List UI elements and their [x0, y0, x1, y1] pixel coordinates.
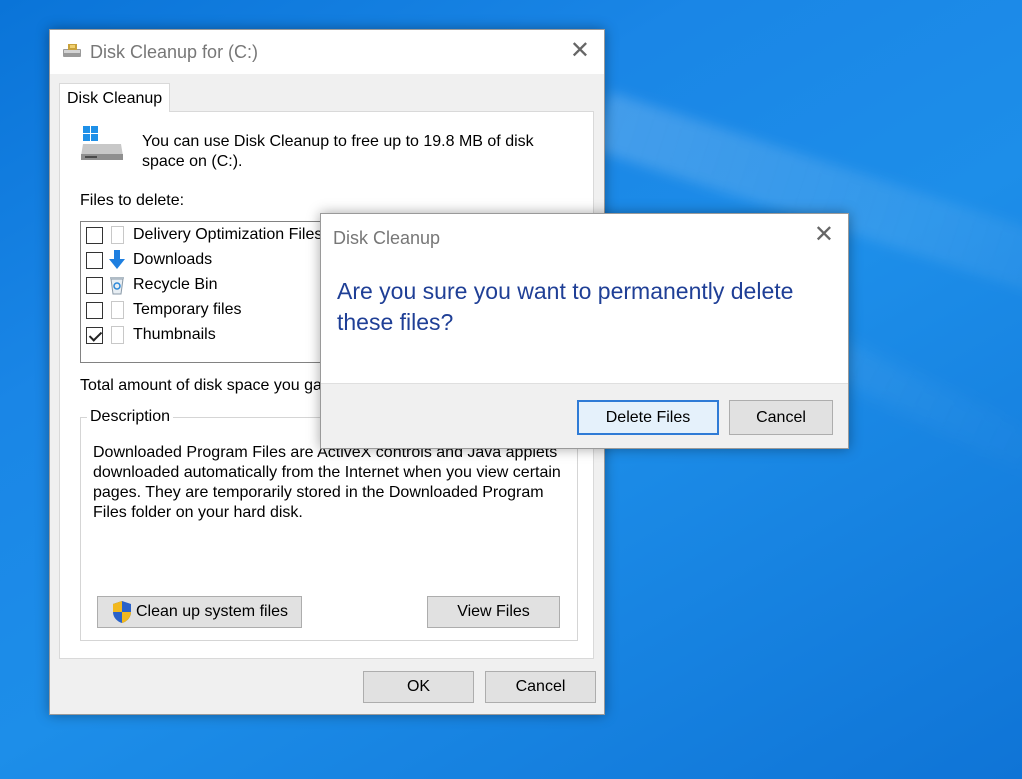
list-item-label: Temporary files [133, 301, 242, 318]
disk-cleanup-app-icon [63, 44, 81, 57]
description-group: Description Downloaded Program Files are… [80, 408, 578, 641]
dialog-title: Disk Cleanup [333, 228, 441, 248]
hard-drive-icon [81, 126, 123, 160]
close-icon[interactable]: ✕ [570, 39, 590, 63]
checkbox[interactable] [86, 226, 103, 244]
title-bar: Disk Cleanup for (C:) ✕ [50, 30, 604, 74]
download-arrow-icon [109, 250, 125, 270]
uac-shield-icon [112, 601, 131, 623]
dialog-message: Are you sure you want to permanently del… [337, 278, 794, 335]
list-item-label: Thumbnails [133, 326, 216, 343]
confirm-delete-dialog: Disk Cleanup ✕ Are you sure you want to … [320, 213, 849, 449]
window-title: Disk Cleanup for (C:) [90, 42, 259, 62]
checkbox[interactable] [86, 301, 103, 319]
list-item-label: Recycle Bin [133, 276, 218, 293]
list-item-label: Delivery Optimization Files [133, 226, 323, 243]
description-text: Downloaded Program Files are ActiveX con… [93, 444, 561, 521]
total-space-label: Total amount of disk space you gai [80, 377, 326, 394]
checkbox[interactable] [86, 251, 103, 269]
files-to-delete-label: Files to delete: [80, 192, 185, 209]
delete-files-button[interactable]: Delete Files [577, 400, 719, 435]
close-icon[interactable]: ✕ [814, 223, 834, 247]
document-icon [109, 300, 125, 320]
document-icon [109, 325, 125, 345]
dialog-cancel-button[interactable]: Cancel [729, 400, 833, 435]
dialog-footer: Delete Files Cancel [321, 383, 848, 448]
recycle-bin-icon [109, 275, 125, 295]
list-item-downloads[interactable]: Downloads [86, 249, 212, 271]
list-item-delivery-optimization[interactable]: Delivery Optimization Files [86, 224, 322, 246]
list-item-thumbnails[interactable]: Thumbnails [86, 324, 216, 346]
tab-disk-cleanup[interactable]: Disk Cleanup [59, 83, 171, 112]
checkbox-checked[interactable] [86, 326, 103, 344]
clean-up-system-files-label: Clean up system files [135, 603, 289, 620]
intro-text: You can use Disk Cleanup to free up to 1… [142, 133, 534, 170]
checkbox[interactable] [86, 276, 103, 294]
clean-up-system-files-button[interactable]: Clean up system files [97, 596, 302, 628]
list-item-temporary-files[interactable]: Temporary files [86, 299, 241, 321]
ok-button[interactable]: OK [363, 671, 474, 703]
list-item-label: Downloads [133, 251, 213, 268]
description-legend: Description [87, 408, 174, 426]
document-icon [109, 225, 125, 245]
list-item-recycle-bin[interactable]: Recycle Bin [86, 274, 217, 296]
view-files-button[interactable]: View Files [427, 596, 560, 628]
cancel-button[interactable]: Cancel [485, 671, 596, 703]
